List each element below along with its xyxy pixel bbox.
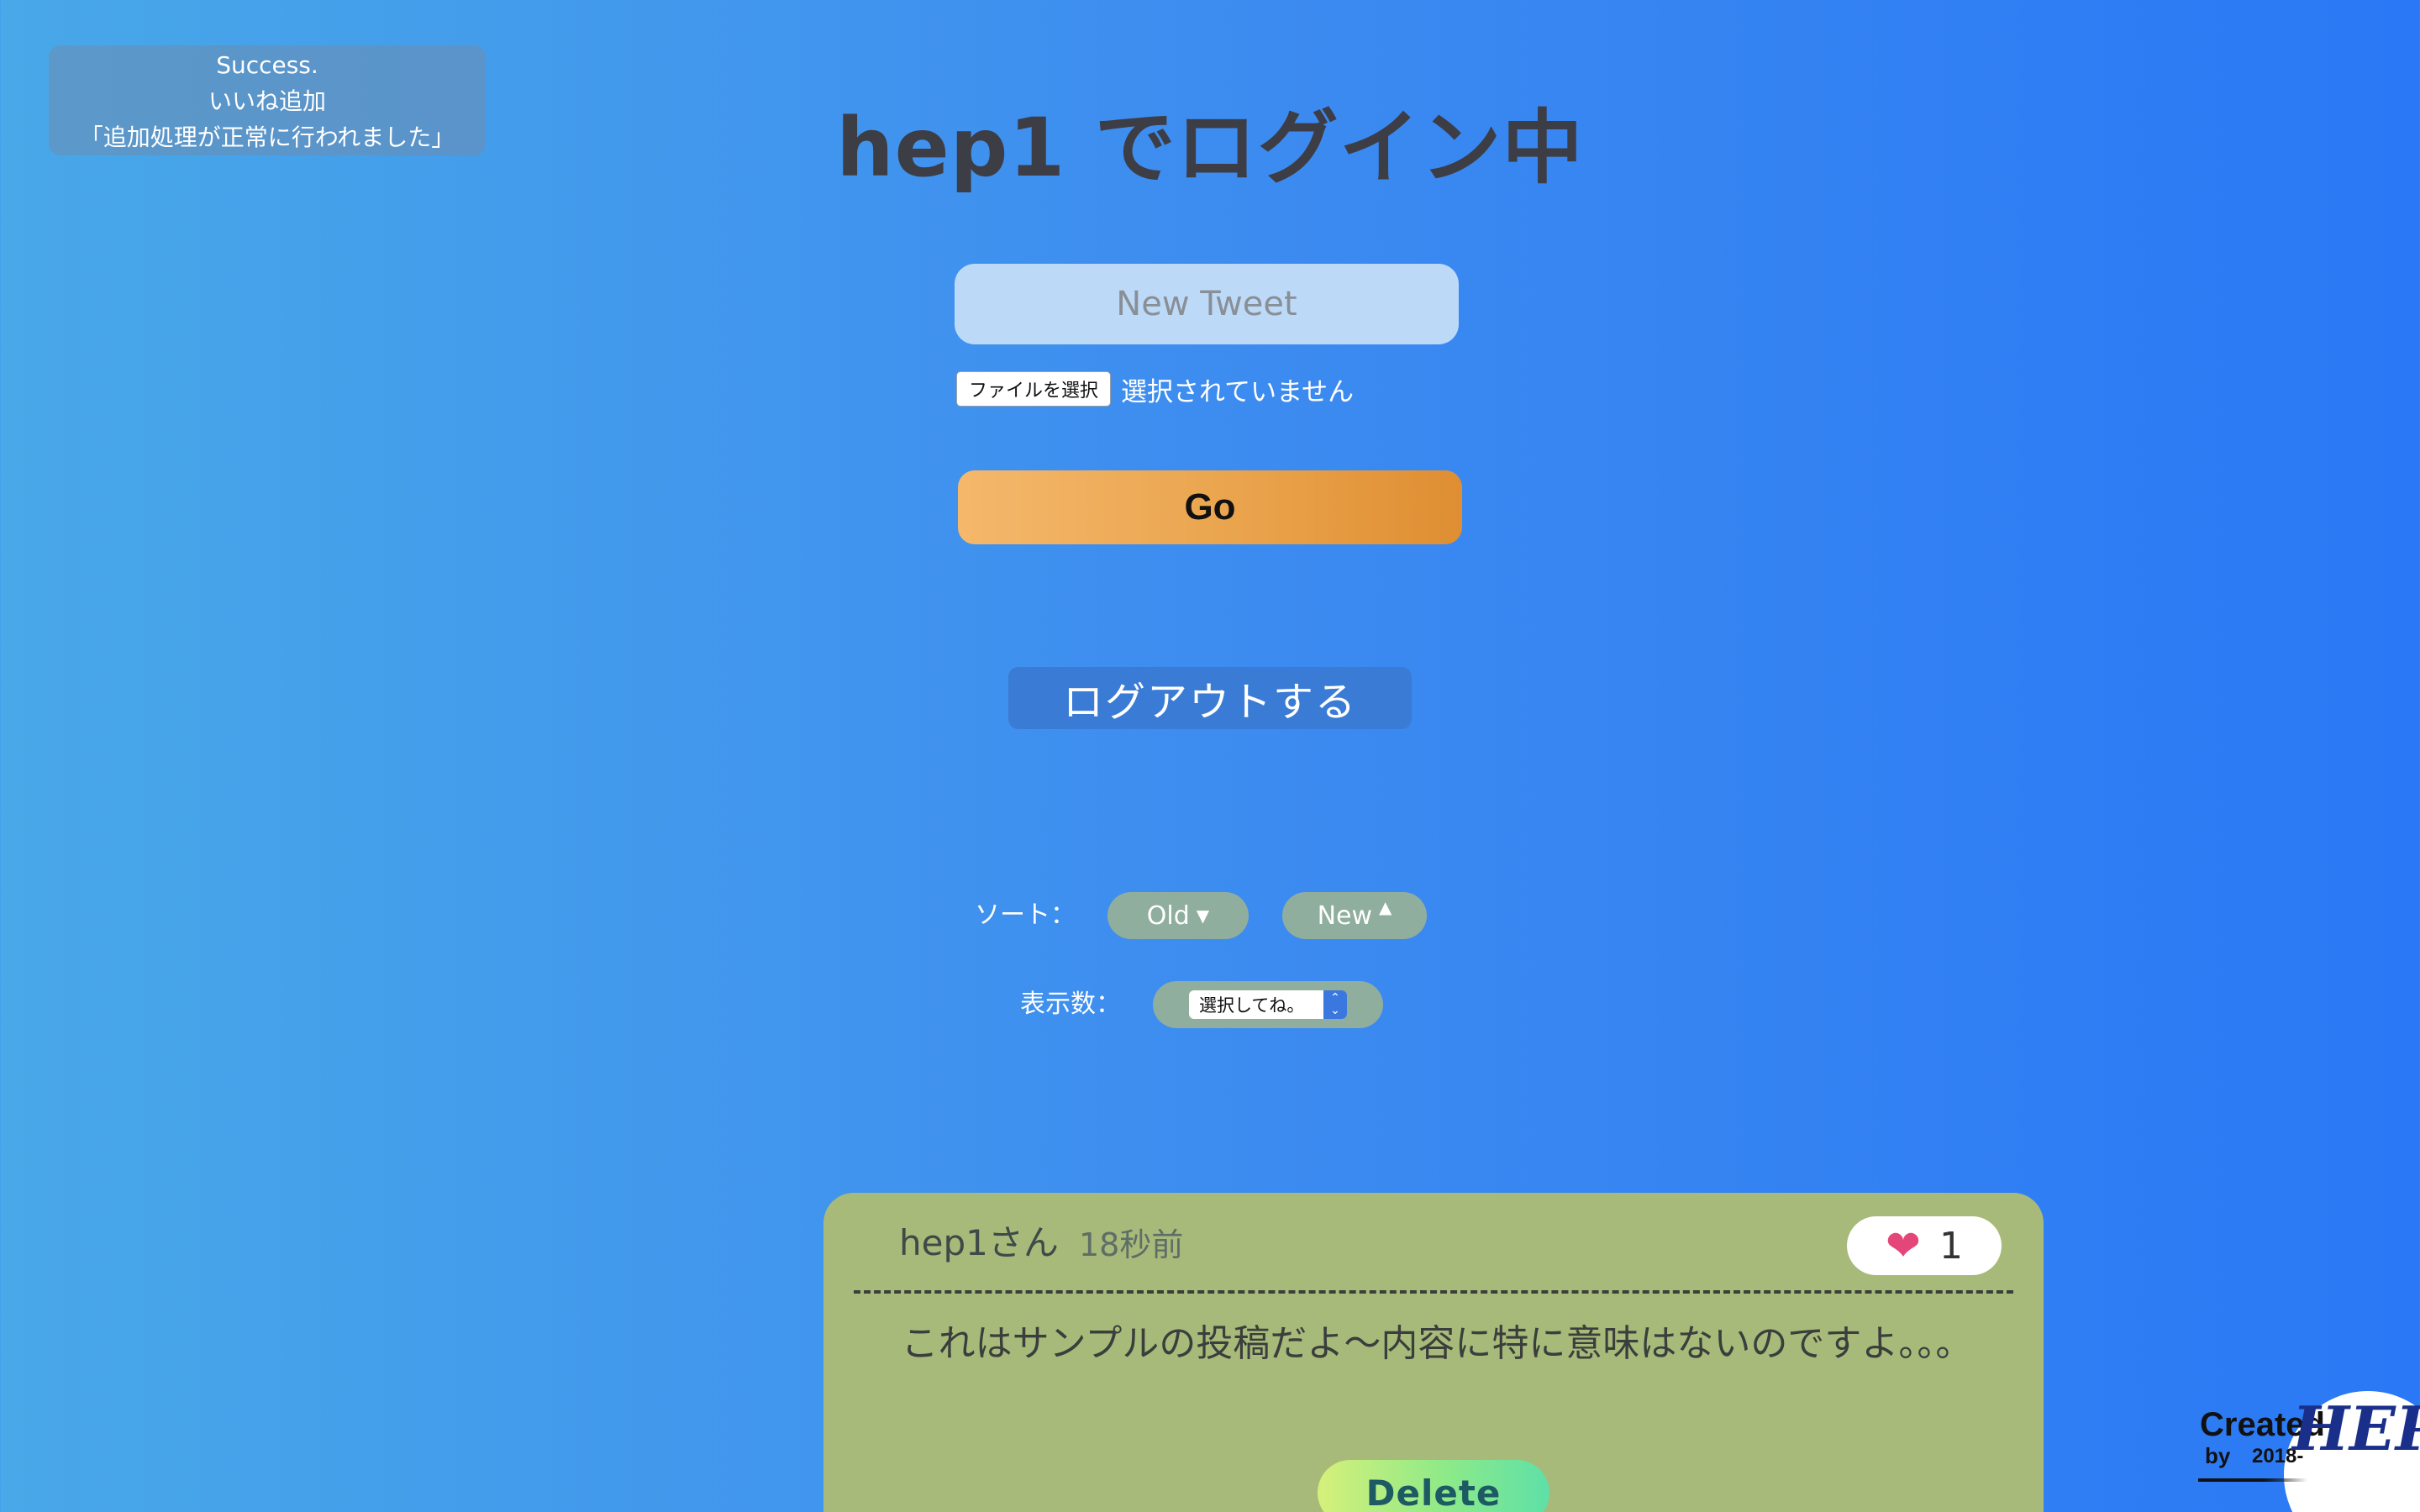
file-chooser: ファイルを選択 選択されていません bbox=[956, 370, 1354, 408]
display-count-selected: 選択してね。 bbox=[1199, 995, 1305, 1016]
page-title: hep1 でログイン中 bbox=[836, 101, 1584, 195]
post-divider bbox=[854, 1290, 2013, 1294]
sort-new-button[interactable]: New ▲ bbox=[1282, 892, 1427, 939]
credit-by-text: by bbox=[2205, 1443, 2231, 1468]
display-count-select[interactable]: 選択してね。 ⌃ ⌄ bbox=[1189, 990, 1347, 1019]
delete-button-label: Delete bbox=[1365, 1472, 1502, 1512]
credit-logo: Created by 2018- HEP! bbox=[2193, 1386, 2420, 1512]
go-button[interactable]: Go bbox=[958, 470, 1462, 544]
delete-button[interactable]: Delete bbox=[1318, 1460, 1549, 1512]
post-username: hep1さん bbox=[899, 1222, 1059, 1263]
caret-up-icon: ▲ bbox=[1379, 897, 1392, 917]
like-button[interactable]: ❤ 1 bbox=[1847, 1216, 2002, 1275]
sort-new-label: New bbox=[1317, 900, 1373, 931]
hep-logo-text: HEP! bbox=[2292, 1393, 2420, 1464]
go-button-label: Go bbox=[1184, 486, 1236, 528]
post-body: これはサンプルの投稿だよ〜内容に特に意味はないのですよ。。。 bbox=[901, 1322, 1973, 1365]
caret-down-icon: ▼ bbox=[1196, 906, 1210, 926]
sort-label: ソート： bbox=[975, 900, 1076, 930]
post-timestamp: 18秒前 bbox=[1079, 1226, 1184, 1263]
credit-underline bbox=[2198, 1478, 2307, 1482]
heart-icon: ❤ bbox=[1886, 1221, 1921, 1270]
select-arrows-icon: ⌃ ⌄ bbox=[1323, 990, 1347, 1019]
display-count-container: 選択してね。 ⌃ ⌄ bbox=[1153, 981, 1383, 1028]
logout-button[interactable]: ログアウトする bbox=[1008, 667, 1412, 729]
file-select-button[interactable]: ファイルを選択 bbox=[956, 371, 1112, 407]
new-tweet-input[interactable] bbox=[955, 264, 1459, 344]
file-status-text: 選択されていません bbox=[1121, 376, 1355, 407]
logout-button-label: ログアウトする bbox=[1062, 679, 1357, 726]
flash-status: Success. bbox=[216, 51, 318, 79]
display-count-label: 表示数： bbox=[1020, 990, 1121, 1019]
sort-old-label: Old bbox=[1146, 900, 1190, 931]
sort-old-button[interactable]: Old ▼ bbox=[1107, 892, 1249, 939]
like-count: 1 bbox=[1939, 1224, 1963, 1268]
